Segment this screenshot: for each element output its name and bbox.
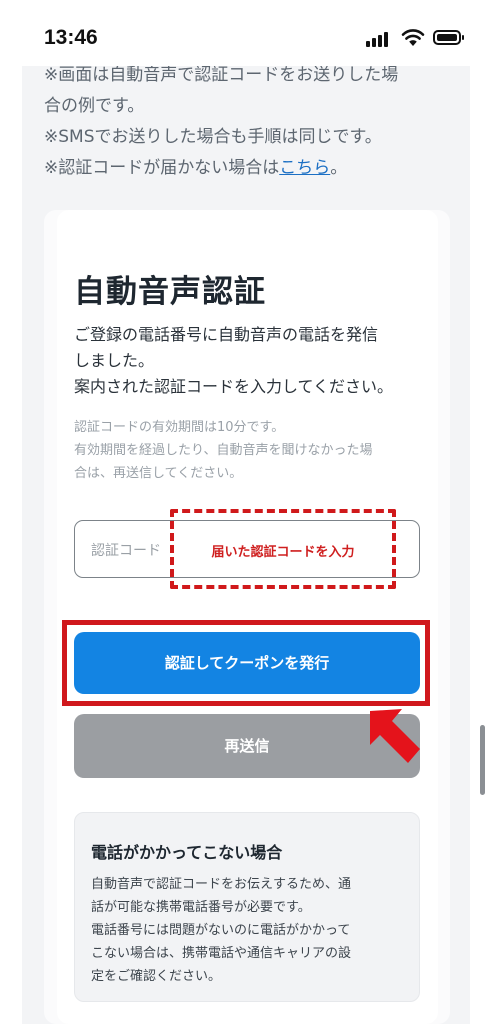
help-line: 定をご確認ください。 <box>91 969 222 984</box>
note-suffix: 。 <box>330 158 348 178</box>
red-arrow-icon <box>370 709 420 763</box>
notes: ※画面は自動音声で認証コードをお送りした場 合の例です。 ※SMSでお送りした場… <box>44 60 454 184</box>
note-line: ※認証コードが届かない場合はこちら。 <box>44 153 454 184</box>
help-line: 話が可能な携帯電話番号が必要です。 <box>91 900 311 915</box>
validity-note: 認証コードの有効期間は10分です。 有効期間を経過したり、自動音声を聞けなかった… <box>74 416 430 485</box>
note-prefix: ※認証コードが届かない場合は <box>44 158 280 178</box>
wifi-icon <box>401 29 425 46</box>
input-annotation-text: 届いた認証コードを入力 <box>211 545 355 560</box>
validity-line: 有効期間を経過したり、自動音声を聞けなかった場 <box>74 443 373 458</box>
description-line: ご登録の電話番号に自動音声の電話を発信 <box>74 325 379 344</box>
help-title: 電話がかかってこない場合 <box>91 843 283 862</box>
description-line: 案内された認証コードを入力してください。 <box>74 377 394 396</box>
input-annotation-box: 届いた認証コードを入力 <box>170 509 396 589</box>
help-text: 自動音声で認証コードをお伝えするため、通 話が可能な携帯電話番号が必要です。 電… <box>91 873 407 988</box>
cellular-signal-icon <box>366 31 390 47</box>
help-line: 電話番号には問題がないのに電話がかかって <box>91 923 351 938</box>
description-line: しました。 <box>74 351 155 370</box>
battery-icon <box>433 30 464 45</box>
description: ご登録の電話番号に自動音声の電話を発信 しました。 案内された認証コードを入力し… <box>74 322 424 400</box>
code-input-placeholder: 認証コード <box>91 543 161 559</box>
page-title: 自動音声認証 <box>74 274 266 310</box>
status-time: 13:46 <box>44 26 98 49</box>
note-line: 合の例です。 <box>44 96 145 116</box>
validity-line: 認証コードの有効期間は10分です。 <box>74 420 285 435</box>
help-line: こない場合は、携帯電話や通信キャリアの設 <box>91 946 352 961</box>
help-line: 自動音声で認証コードをお伝えするため、通 <box>91 877 352 892</box>
issue-coupon-button[interactable]: 認証してクーポンを発行 <box>74 632 420 694</box>
here-link[interactable]: こちら <box>279 158 330 178</box>
scrollbar[interactable] <box>480 725 485 795</box>
help-box: 電話がかかってこない場合 自動音声で認証コードをお伝えするため、通 話が可能な携… <box>74 812 420 1002</box>
validity-line: 合は、再送信してください。 <box>74 466 243 481</box>
status-bar: 13:46 <box>0 0 493 66</box>
note-line: ※SMSでお送りした場合も手順は同じです。 <box>44 127 382 147</box>
